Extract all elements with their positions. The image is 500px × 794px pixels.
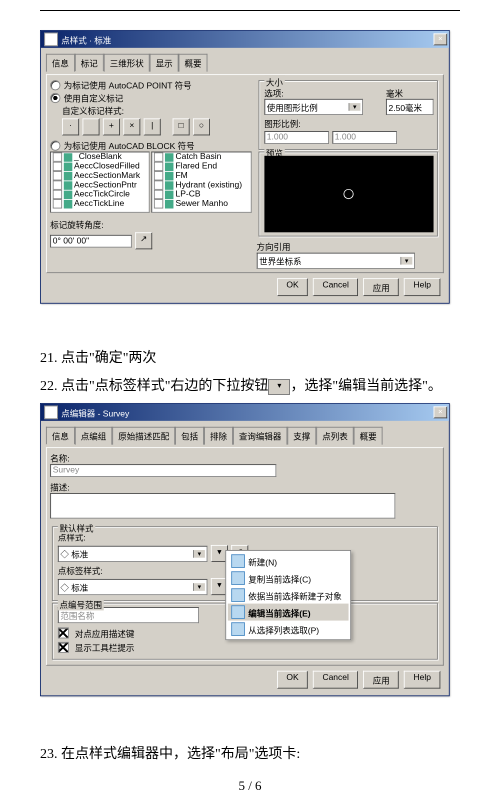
tab-sum[interactable]: 概要 bbox=[354, 427, 383, 445]
rotation-label: 标记旋转角度: bbox=[50, 218, 251, 231]
block-list-right[interactable]: Catch Basin Flared End FM Hydrant (exist… bbox=[152, 152, 252, 213]
window-title: 点样式 · 标准 bbox=[61, 33, 433, 46]
menu-newchild[interactable]: 依据当前选择新建子对象 bbox=[228, 586, 349, 603]
menu-new[interactable]: 新建(N) bbox=[228, 552, 349, 569]
radio-point-symbol[interactable]: 为标记使用 AutoCAD POINT 符号 bbox=[50, 78, 251, 91]
step-21: 21. 点击"确定"两次 bbox=[40, 348, 460, 370]
tab-sup[interactable]: 支撑 bbox=[287, 427, 316, 445]
titlebar-2[interactable]: 点编辑器 - Survey × bbox=[41, 404, 449, 421]
scale-y: 1.000 bbox=[332, 131, 397, 144]
cancel-button[interactable]: Cancel bbox=[313, 671, 358, 689]
page-number: 5 / 6 bbox=[40, 778, 460, 794]
tab-qe[interactable]: 查询编辑器 bbox=[233, 427, 287, 445]
ok-button[interactable]: OK bbox=[277, 278, 308, 296]
app-icon bbox=[44, 33, 58, 47]
preview-group: 预览 bbox=[258, 152, 438, 237]
cancel-button[interactable]: Cancel bbox=[313, 278, 358, 296]
tab-pg[interactable]: 点编组 bbox=[75, 427, 112, 445]
apply-button[interactable]: 应用 bbox=[363, 671, 399, 689]
tab-pl[interactable]: 点列表 bbox=[316, 427, 353, 445]
preview-pane bbox=[264, 156, 433, 233]
tab-3d[interactable]: 三维形状 bbox=[104, 54, 150, 72]
size-option-dropdown[interactable]: 使用图形比例▾ bbox=[264, 99, 363, 115]
custom-style-label: 自定义标记样式: bbox=[62, 104, 251, 117]
marker-frame-square[interactable]: □ bbox=[173, 118, 190, 135]
name-input[interactable]: Survey bbox=[50, 464, 276, 477]
tab-info[interactable]: 信息 bbox=[46, 54, 75, 72]
step-22: 22. 点击"点标签样式"右边的下拉按钮▾，选择"编辑当前选择"。 bbox=[40, 376, 460, 398]
desc-label: 描述: bbox=[50, 480, 439, 493]
window-title-2: 点编辑器 - Survey bbox=[61, 406, 433, 419]
radio-custom-marker[interactable]: 使用自定义标记 bbox=[50, 91, 251, 104]
marker-style-dot[interactable]: · bbox=[62, 118, 79, 135]
unit-input[interactable]: 2.50毫米 bbox=[386, 99, 434, 115]
marker-frame-circle[interactable]: ○ bbox=[193, 118, 210, 135]
apply-button[interactable]: 应用 bbox=[363, 278, 399, 296]
close-icon[interactable]: × bbox=[434, 33, 448, 45]
tab-rd[interactable]: 原始描述匹配 bbox=[112, 427, 175, 445]
marker-style-none[interactable] bbox=[83, 118, 100, 135]
tab-display[interactable]: 显示 bbox=[150, 54, 179, 72]
dropdown-icon: ▾ bbox=[268, 379, 290, 395]
block-list-left[interactable]: _CloseBlank AeccClosedFilled AeccSection… bbox=[50, 152, 150, 213]
desc-input[interactable] bbox=[50, 493, 395, 518]
point-style-dialog: 点样式 · 标准 × 信息 标记 三维形状 显示 概要 为标记使用 AutoCA… bbox=[40, 30, 450, 304]
close-icon[interactable]: × bbox=[434, 406, 448, 418]
step-23: 23. 在点样式编辑器中，选择"布局"选项卡: bbox=[40, 744, 460, 766]
app-icon bbox=[44, 405, 58, 419]
menu-edit-current[interactable]: 编辑当前选择(E) bbox=[228, 603, 349, 620]
point-editor-dialog: 点编辑器 - Survey × 信息 点编组 原始描述匹配 包括 排除 查询编辑… bbox=[40, 403, 450, 696]
menu-pick[interactable]: 从选择列表选取(P) bbox=[228, 620, 349, 637]
tab-exc[interactable]: 排除 bbox=[204, 427, 233, 445]
tooltip-checkbox[interactable] bbox=[58, 642, 69, 653]
ok-button[interactable]: OK bbox=[277, 671, 308, 689]
marker-style-plus[interactable]: + bbox=[103, 118, 120, 135]
rotation-pick-icon[interactable]: ↗ bbox=[135, 232, 152, 249]
name-label: 名称: bbox=[50, 451, 439, 464]
scale-x: 1.000 bbox=[264, 131, 329, 144]
apply-desc-checkbox[interactable] bbox=[58, 627, 69, 638]
size-group: 大小 选项: 使用图形比例▾ 毫米 2.50毫米 图形比例: bbox=[258, 80, 438, 150]
radio-block-symbol[interactable]: 为标记使用 AutoCAD BLOCK 符号 bbox=[50, 139, 251, 152]
marker-style-x[interactable]: × bbox=[123, 118, 140, 135]
tab-strip-2: 信息 点编组 原始描述匹配 包括 排除 查询编辑器 支撑 点列表 概要 bbox=[46, 426, 444, 444]
tab-inc[interactable]: 包括 bbox=[175, 427, 204, 445]
tab-marker[interactable]: 标记 bbox=[75, 54, 104, 72]
tab-info-2[interactable]: 信息 bbox=[46, 427, 75, 445]
point-style-dropdown[interactable]: ◇ 标准▾ bbox=[58, 545, 208, 561]
rotation-input[interactable]: 0° 00' 00" bbox=[50, 234, 132, 247]
orientation-dropdown[interactable]: 世界坐标系▾ bbox=[257, 253, 415, 269]
marker-style-bar[interactable]: | bbox=[144, 118, 161, 135]
tab-strip: 信息 标记 三维形状 显示 概要 bbox=[46, 53, 444, 71]
titlebar[interactable]: 点样式 · 标准 × bbox=[41, 31, 449, 48]
menu-copy[interactable]: 复制当前选择(C) bbox=[228, 569, 349, 586]
help-button[interactable]: Help bbox=[404, 671, 440, 689]
tab-summary[interactable]: 概要 bbox=[179, 54, 208, 72]
help-button[interactable]: Help bbox=[404, 278, 440, 296]
label-style-dropdown[interactable]: ◇ 标准▾ bbox=[58, 578, 208, 594]
context-menu: 新建(N) 复制当前选择(C) 依据当前选择新建子对象 编辑当前选择(E) 从选… bbox=[225, 550, 351, 640]
